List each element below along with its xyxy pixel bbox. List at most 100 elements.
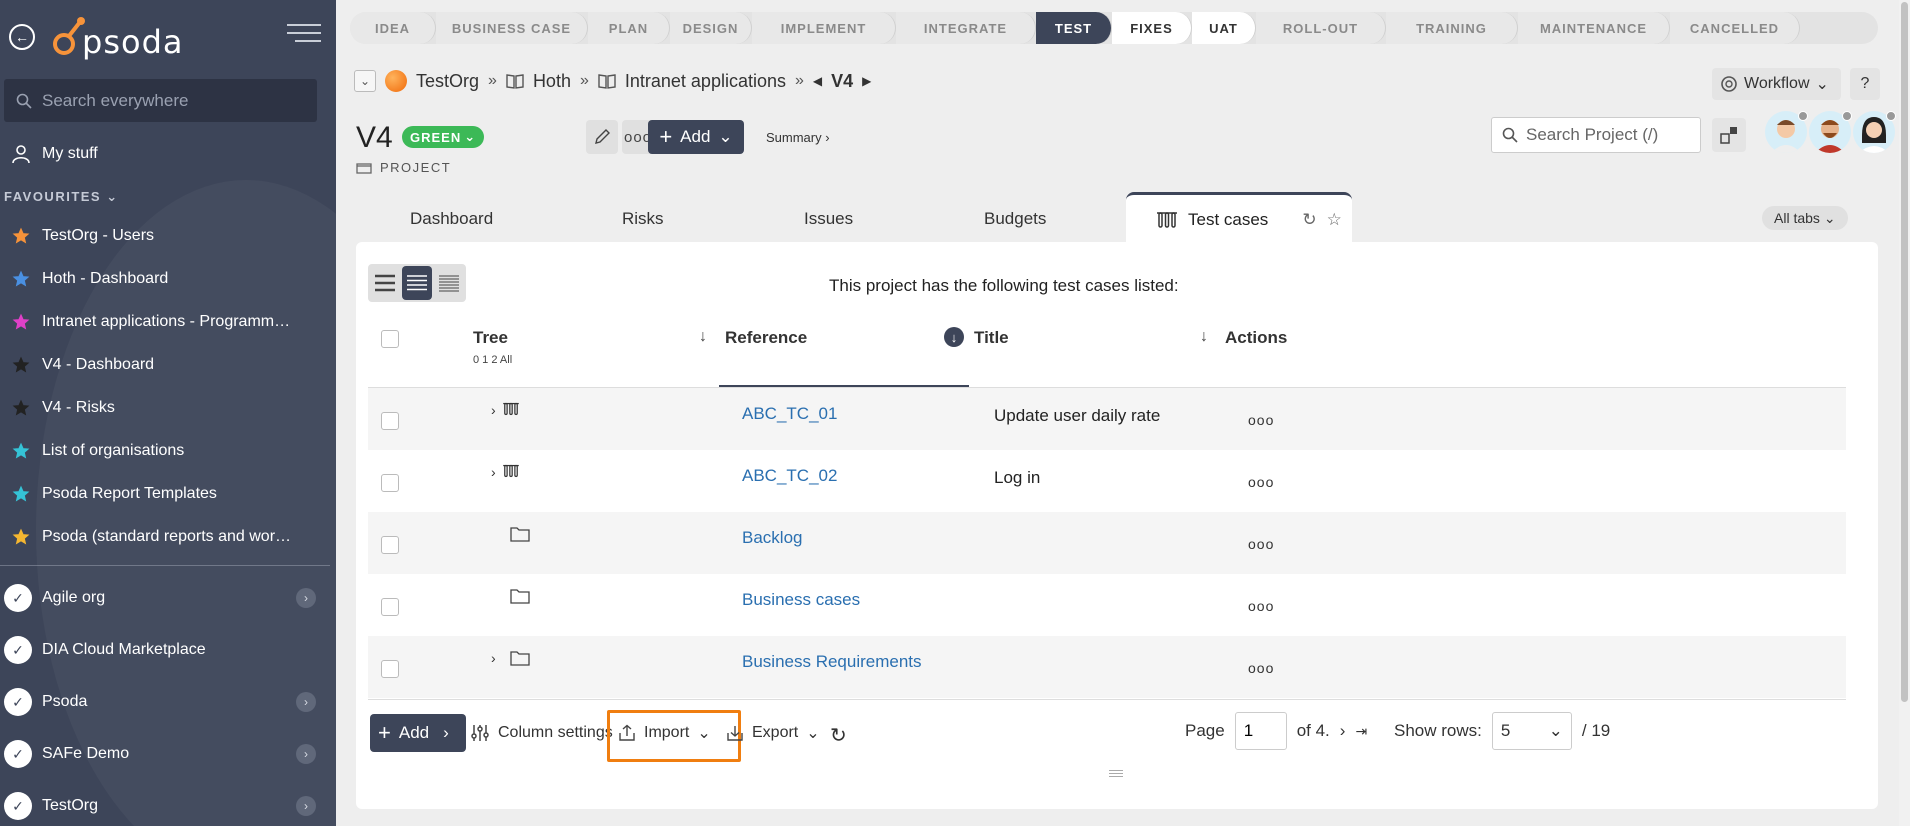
row-checkbox[interactable] xyxy=(381,536,399,554)
psoda-logo[interactable]: psoda xyxy=(52,14,183,58)
phase-training[interactable]: TRAINING xyxy=(1386,12,1518,44)
breadcrumb-org[interactable]: TestOrg xyxy=(416,71,479,92)
chevron-down-icon[interactable]: ⌄ xyxy=(354,70,376,92)
tab-issues[interactable]: Issues xyxy=(804,209,853,229)
phase-roll-out[interactable]: ROLL-OUT xyxy=(1256,12,1386,44)
view-dense-icon[interactable] xyxy=(434,266,464,300)
breadcrumb-programme[interactable]: Hoth xyxy=(533,71,571,92)
sort-arrow-icon[interactable]: ↓ xyxy=(1200,328,1208,346)
table-row[interactable]: › ABC_TC_02 Log in ooo xyxy=(368,450,1846,512)
phase-idea[interactable]: IDEA xyxy=(350,12,436,44)
row-checkbox[interactable] xyxy=(381,598,399,616)
summary-link[interactable]: Summary › xyxy=(766,130,830,145)
row-checkbox[interactable] xyxy=(381,474,399,492)
favourite-item[interactable]: Hoth - Dashboard xyxy=(0,261,300,297)
edit-button[interactable] xyxy=(586,120,618,154)
favourite-item[interactable]: TestOrg - Users xyxy=(0,218,300,254)
column-settings-button[interactable]: Column settings xyxy=(470,723,613,743)
phase-uat[interactable]: UAT xyxy=(1192,12,1256,44)
phase-fixes[interactable]: FIXES xyxy=(1112,12,1192,44)
project-search[interactable] xyxy=(1491,117,1701,153)
sidebar-org-item[interactable]: ✓ SAFe Demo › xyxy=(0,734,330,774)
sort-active-icon[interactable]: ↓ xyxy=(944,327,964,347)
add-button[interactable]: + Add ⌄ xyxy=(648,120,744,154)
row-checkbox[interactable] xyxy=(381,660,399,678)
phase-business-case[interactable]: BUSINESS CASE xyxy=(436,12,588,44)
export-button[interactable]: Export ⌄ xyxy=(726,723,820,743)
tree-level-selector[interactable]: 0 1 2 All xyxy=(473,354,512,366)
reference-link[interactable]: ABC_TC_01 xyxy=(742,404,837,424)
chevron-right-icon[interactable]: › xyxy=(296,796,316,816)
reference-link[interactable]: Backlog xyxy=(742,528,802,548)
favourite-item[interactable]: Intranet applications - Programme... xyxy=(0,304,300,340)
layout-toggle-button[interactable] xyxy=(1712,118,1746,152)
phase-implement[interactable]: IMPLEMENT xyxy=(752,12,896,44)
view-compact-icon[interactable] xyxy=(370,266,400,300)
tab-dashboard[interactable]: Dashboard xyxy=(410,209,493,229)
expand-chevron-icon[interactable]: › xyxy=(491,650,496,666)
global-search-input[interactable] xyxy=(42,90,292,111)
breadcrumb-project-group[interactable]: Intranet applications xyxy=(625,71,786,92)
expand-chevron-icon[interactable]: › xyxy=(491,402,496,418)
tab-risks[interactable]: Risks xyxy=(622,209,664,229)
favourites-header[interactable]: FAVOURITES ⌄ xyxy=(4,189,119,205)
column-header-reference[interactable]: Reference xyxy=(725,328,807,348)
import-button[interactable]: Import ⌄ xyxy=(618,723,711,743)
phase-maintenance[interactable]: MAINTENANCE xyxy=(1518,12,1670,44)
table-row[interactable]: › ABC_TC_01 Update user daily rate ooo xyxy=(368,388,1846,450)
favourite-item[interactable]: Psoda (standard reports and work... xyxy=(0,519,300,555)
chevron-right-icon[interactable]: › xyxy=(296,744,316,764)
reference-link[interactable]: Business Requirements xyxy=(742,652,922,672)
next-icon[interactable]: ▶ xyxy=(862,74,871,88)
sidebar-org-item[interactable]: ✓ DIA Cloud Marketplace xyxy=(0,630,330,670)
resize-grip-icon[interactable] xyxy=(1109,770,1123,779)
row-actions-icon[interactable]: ooo xyxy=(1248,598,1274,614)
select-all-checkbox[interactable] xyxy=(381,330,399,348)
phase-plan[interactable]: PLAN xyxy=(588,12,670,44)
tab-budgets[interactable]: Budgets xyxy=(984,209,1046,229)
favourite-item[interactable]: V4 - Dashboard xyxy=(0,347,300,383)
status-badge[interactable]: GREEN ⌄ xyxy=(402,126,485,148)
reference-link[interactable]: ABC_TC_02 xyxy=(742,466,837,486)
sort-arrow-icon[interactable]: ↓ xyxy=(699,328,707,346)
help-button[interactable]: ? xyxy=(1850,68,1880,100)
global-search[interactable] xyxy=(4,79,317,122)
collapse-sidebar-icon[interactable] xyxy=(287,24,321,48)
previous-icon[interactable]: ◀ xyxy=(813,74,822,88)
rows-per-page-select[interactable]: 5 ⌄ xyxy=(1491,712,1572,750)
phase-cancelled[interactable]: CANCELLED xyxy=(1670,12,1800,44)
view-normal-icon[interactable] xyxy=(402,266,432,300)
sidebar-org-item[interactable]: ✓ TestOrg › xyxy=(0,786,330,826)
table-row[interactable]: Business cases ooo xyxy=(368,574,1846,636)
row-actions-icon[interactable]: ooo xyxy=(1248,474,1274,490)
footer-add-button[interactable]: + Add › xyxy=(370,714,466,752)
column-header-title[interactable]: Title xyxy=(974,328,1009,348)
sidebar-org-item[interactable]: ✓ Agile org › xyxy=(0,578,330,618)
tab-test-cases[interactable]: Test cases ↻ ☆ xyxy=(1126,192,1352,244)
row-actions-icon[interactable]: ooo xyxy=(1248,412,1274,428)
back-icon[interactable]: ← xyxy=(9,24,35,50)
my-stuff-link[interactable]: My stuff xyxy=(0,136,300,172)
row-actions-icon[interactable]: ooo xyxy=(1248,660,1274,676)
chevron-right-icon[interactable]: › xyxy=(296,692,316,712)
row-actions-icon[interactable]: ooo xyxy=(1248,536,1274,552)
refresh-icon[interactable]: ↻ xyxy=(830,723,847,748)
sidebar-org-item[interactable]: ✓ Psoda › xyxy=(0,682,330,722)
last-page-icon[interactable]: ⇥ xyxy=(1355,723,1367,740)
favourite-item[interactable]: Psoda Report Templates xyxy=(0,476,300,512)
expand-chevron-icon[interactable]: › xyxy=(491,464,496,480)
refresh-icon[interactable]: ↻ xyxy=(1302,210,1316,230)
project-search-input[interactable] xyxy=(1526,125,1686,145)
phase-integrate[interactable]: INTEGRATE xyxy=(896,12,1036,44)
favourite-item[interactable]: List of organisations xyxy=(0,433,300,469)
next-page-icon[interactable]: › xyxy=(1340,721,1346,741)
phase-test[interactable]: TEST xyxy=(1036,12,1112,44)
scrollbar-thumb[interactable] xyxy=(1901,2,1908,702)
favourite-item[interactable]: V4 - Risks xyxy=(0,390,300,426)
all-tabs-button[interactable]: All tabs ⌄ xyxy=(1762,206,1848,230)
reference-link[interactable]: Business cases xyxy=(742,590,860,610)
table-row[interactable]: › Business Requirements ooo xyxy=(368,636,1846,698)
phase-design[interactable]: DESIGN xyxy=(670,12,752,44)
row-checkbox[interactable] xyxy=(381,412,399,430)
chevron-right-icon[interactable]: › xyxy=(296,588,316,608)
